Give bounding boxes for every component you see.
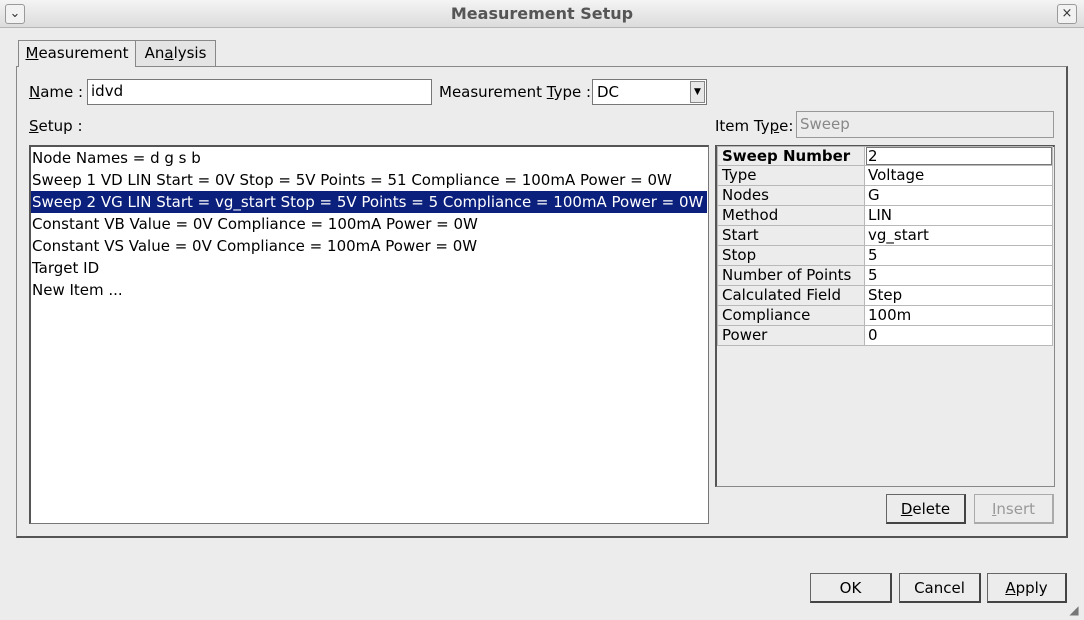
property-key: Number of Points bbox=[717, 266, 865, 286]
property-value[interactable]: vg_start bbox=[865, 226, 1053, 246]
setup-label: Setup : bbox=[29, 117, 83, 135]
property-value[interactable]: G bbox=[865, 186, 1053, 206]
tab-analysis[interactable]: Analysis bbox=[136, 40, 216, 66]
window-title: Measurement Setup bbox=[450, 4, 634, 23]
cancel-button[interactable]: Cancel bbox=[899, 573, 981, 603]
property-key: Type bbox=[717, 166, 865, 186]
property-value[interactable]: Step bbox=[865, 286, 1053, 306]
property-key: Stop bbox=[717, 246, 865, 266]
list-item-selected[interactable]: Sweep 2 VG LIN Start = vg_start Stop = 5… bbox=[31, 191, 707, 213]
property-key: Power bbox=[717, 326, 865, 346]
window-menu-icon[interactable]: ⌄ bbox=[5, 4, 25, 24]
property-value[interactable]: Voltage bbox=[865, 166, 1053, 186]
property-value[interactable]: 5 bbox=[865, 246, 1053, 266]
name-input[interactable]: idvd bbox=[87, 79, 432, 105]
property-key: Compliance bbox=[717, 306, 865, 326]
tab-measurement[interactable]: Measurement bbox=[18, 40, 136, 67]
list-item[interactable]: Sweep 1 VD LIN Start = 0V Stop = 5V Poin… bbox=[31, 169, 707, 191]
list-item[interactable]: Constant VB Value = 0V Compliance = 100m… bbox=[31, 213, 707, 235]
dropdown-arrow-icon[interactable]: ▼ bbox=[690, 81, 705, 103]
insert-button[interactable]: Insert bbox=[974, 494, 1054, 524]
resize-grip-icon[interactable]: ◢ bbox=[1066, 602, 1082, 618]
list-item[interactable]: Constant VS Value = 0V Compliance = 100m… bbox=[31, 235, 707, 257]
item-type-field: Sweep bbox=[796, 111, 1054, 138]
item-type-label: Item Type: bbox=[715, 117, 794, 135]
close-icon[interactable]: × bbox=[1057, 4, 1077, 24]
list-item[interactable]: Node Names = d g s b bbox=[31, 147, 707, 169]
property-key: Sweep Number bbox=[717, 146, 865, 166]
apply-button[interactable]: Apply bbox=[987, 573, 1067, 603]
measurement-type-value: DC bbox=[597, 83, 620, 101]
property-value[interactable]: LIN bbox=[865, 206, 1053, 226]
property-value[interactable]: 0 bbox=[865, 326, 1053, 346]
name-label: Name : bbox=[29, 83, 84, 101]
property-value[interactable]: 5 bbox=[865, 266, 1053, 286]
property-key: Nodes bbox=[717, 186, 865, 206]
list-item[interactable]: Target ID bbox=[31, 257, 707, 279]
property-value[interactable]: 100m bbox=[865, 306, 1053, 326]
property-value[interactable]: 2 bbox=[865, 146, 1053, 166]
ok-button[interactable]: OK bbox=[810, 573, 892, 603]
delete-button[interactable]: Delete bbox=[886, 494, 966, 524]
property-key: Start bbox=[717, 226, 865, 246]
property-key: Method bbox=[717, 206, 865, 226]
property-key: Calculated Field bbox=[717, 286, 865, 306]
list-item[interactable]: New Item ... bbox=[31, 279, 707, 301]
measurement-type-label: Measurement Type : bbox=[439, 83, 592, 101]
